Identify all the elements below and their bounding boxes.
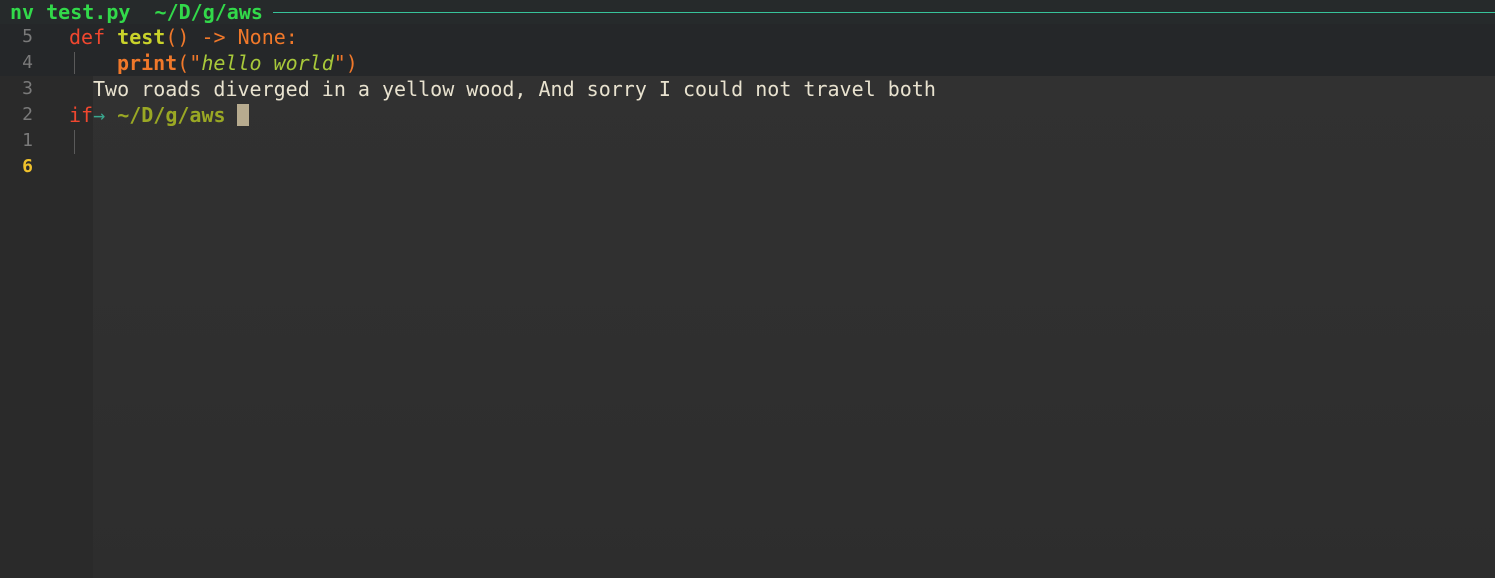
- title-bar: nv test.py ~/D/g/aws: [0, 0, 1495, 24]
- title-divider: [272, 11, 1495, 13]
- indent-guide: [74, 52, 75, 74]
- parens: (): [165, 25, 190, 49]
- prompt-path: ~/D/g/aws: [117, 103, 226, 127]
- keyword-if: if: [69, 103, 94, 127]
- code-line-print[interactable]: print("hello world"): [117, 50, 358, 76]
- line-number: 3: [22, 78, 33, 99]
- line-number: 4: [22, 52, 33, 73]
- line-number: 1: [22, 130, 33, 151]
- current-line-number: 6: [22, 156, 33, 177]
- function-name: test: [117, 25, 166, 49]
- return-type: None:: [237, 25, 298, 49]
- terminal-window: nv test.py ~/D/g/aws 5 4 3 2 1 6 def tes…: [0, 0, 1495, 578]
- line-number: 2: [22, 104, 33, 125]
- output-text-line: Two roads diverged in a yellow wood, And…: [93, 77, 936, 101]
- prompt-line[interactable]: if→ ~/D/g/aws: [69, 102, 226, 128]
- code-line-def[interactable]: def test() -> None:: [69, 24, 298, 50]
- string-literal: hello world: [201, 51, 334, 75]
- window-title: nv test.py ~/D/g/aws: [0, 0, 263, 24]
- editor-area[interactable]: [93, 76, 1495, 578]
- title-file: test.py: [46, 0, 131, 24]
- text-cursor: [237, 104, 249, 126]
- return-arrow: ->: [189, 25, 238, 49]
- print-call: print: [117, 51, 178, 75]
- close-paren: "): [333, 51, 358, 75]
- indent-guide: [74, 130, 75, 154]
- title-cmd: nv: [10, 0, 35, 24]
- open-paren: (": [177, 51, 202, 75]
- prompt-arrow-icon: →: [93, 103, 106, 127]
- keyword-def: def: [69, 25, 106, 49]
- line-number: 5: [22, 26, 33, 47]
- title-path: ~/D/g/aws: [154, 0, 263, 24]
